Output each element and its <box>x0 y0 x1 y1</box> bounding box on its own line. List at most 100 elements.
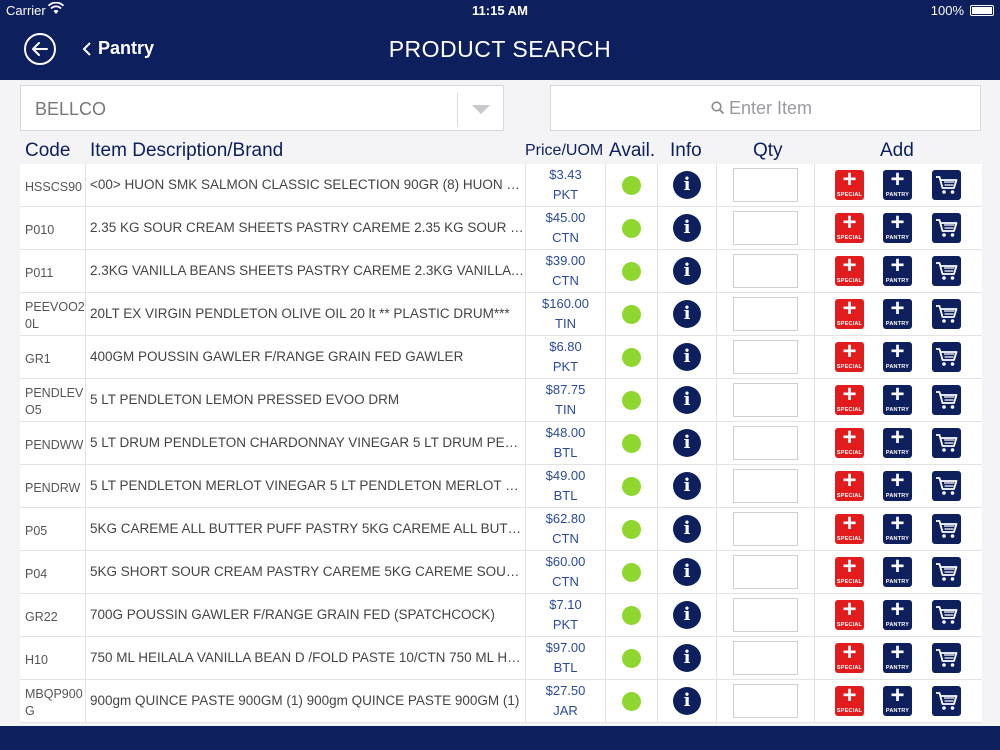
add-special-button[interactable]: + SPECIAL <box>835 340 864 372</box>
item-search-input[interactable] <box>729 96 969 120</box>
column-header-description[interactable]: Item Description/Brand <box>90 140 283 162</box>
quantity-cell <box>717 379 815 421</box>
product-row[interactable]: PEEVOO20L 20LT EX VIRGIN PENDLETON OLIVE… <box>20 293 982 336</box>
info-icon[interactable]: i <box>673 687 701 715</box>
info-icon[interactable]: i <box>673 257 701 285</box>
status-bar: Carrier 11:15 AM 100% <box>0 0 1000 20</box>
quantity-input[interactable] <box>733 598 798 632</box>
add-to-cart-button[interactable] <box>932 686 961 716</box>
column-header-qty: Qty <box>753 140 783 161</box>
item-search-box[interactable] <box>550 85 981 131</box>
product-row[interactable]: GR22 700G POUSSIN GAWLER F/RANGE GRAIN F… <box>20 594 982 637</box>
product-row[interactable]: P011 2.3KG VANILLA BEANS SHEETS PASTRY C… <box>20 250 982 293</box>
add-to-cart-button[interactable] <box>932 170 961 200</box>
add-special-button[interactable]: + SPECIAL <box>835 555 864 587</box>
info-icon[interactable]: i <box>673 343 701 371</box>
add-pantry-button[interactable]: + PANTRY <box>883 684 912 716</box>
column-header-code[interactable]: Code <box>25 140 70 162</box>
add-special-button[interactable]: + SPECIAL <box>835 426 864 458</box>
product-price-cell: $3.43 PKT <box>526 164 606 206</box>
add-to-cart-button[interactable] <box>932 299 961 329</box>
column-header-info: Info <box>670 140 702 161</box>
add-to-cart-button[interactable] <box>932 557 961 587</box>
add-special-button[interactable]: + SPECIAL <box>835 467 864 501</box>
quantity-input[interactable] <box>733 297 798 331</box>
column-header-price[interactable]: Price/UOM <box>525 142 603 160</box>
info-icon[interactable]: i <box>673 644 701 672</box>
add-special-button[interactable]: + SPECIAL <box>835 297 864 329</box>
add-special-button[interactable]: + SPECIAL <box>835 168 864 200</box>
add-pantry-button[interactable]: + PANTRY <box>883 383 912 415</box>
product-row[interactable]: MBQP900G 900gm QUINCE PASTE 900GM (1) 90… <box>20 680 982 723</box>
add-to-cart-button[interactable] <box>932 643 961 673</box>
add-actions: + SPECIAL + PANTRY <box>815 680 982 722</box>
add-pantry-button[interactable]: + PANTRY <box>883 340 912 372</box>
quantity-input[interactable] <box>733 340 798 374</box>
quantity-input[interactable] <box>733 641 798 675</box>
add-pantry-button[interactable]: + PANTRY <box>883 469 912 501</box>
product-price: $97.00 <box>545 640 586 655</box>
add-special-button[interactable]: + SPECIAL <box>835 510 864 544</box>
add-special-button[interactable]: + SPECIAL <box>835 641 864 673</box>
column-header-avail[interactable]: Avail. <box>609 140 655 162</box>
info-icon[interactable]: i <box>673 386 701 414</box>
info-icon[interactable]: i <box>673 171 701 199</box>
product-row[interactable]: PENDRW 5 LT PENDLETON MERLOT VINEGAR 5 L… <box>20 465 982 508</box>
product-row[interactable]: P010 2.35 KG SOUR CREAM SHEETS PASTRY CA… <box>20 207 982 250</box>
add-pantry-button[interactable]: + PANTRY <box>883 555 912 587</box>
product-row[interactable]: PENDWW 5 LT DRUM PENDLETON CHARDONNAY VI… <box>20 422 982 465</box>
add-special-button[interactable]: + SPECIAL <box>835 598 864 630</box>
add-pantry-button[interactable]: + PANTRY <box>883 168 912 200</box>
quantity-input[interactable] <box>733 555 798 589</box>
info-icon[interactable]: i <box>673 515 701 543</box>
add-to-cart-button[interactable] <box>932 428 961 458</box>
add-special-button[interactable]: + SPECIAL <box>835 254 864 286</box>
add-pantry-button[interactable]: + PANTRY <box>883 512 912 544</box>
add-pantry-button[interactable]: + PANTRY <box>883 641 912 673</box>
product-row[interactable]: PENDLEVO5 5 LT PENDLETON LEMON PRESSED E… <box>20 379 982 422</box>
info-icon[interactable]: i <box>673 214 701 242</box>
add-pantry-button[interactable]: + PANTRY <box>883 426 912 458</box>
add-actions: + SPECIAL + PANTRY <box>815 422 982 464</box>
info-icon[interactable]: i <box>673 558 701 586</box>
product-row[interactable]: P04 5KG SHORT SOUR CREAM PASTRY CAREME 5… <box>20 551 982 594</box>
add-to-cart-button[interactable] <box>932 342 961 372</box>
cart-icon <box>936 692 958 710</box>
add-to-cart-button[interactable] <box>932 256 961 286</box>
product-uom: CTN <box>552 574 579 589</box>
info-icon[interactable]: i <box>673 300 701 328</box>
product-row[interactable]: GR1 400GM POUSSIN GAWLER F/RANGE GRAIN F… <box>20 336 982 379</box>
info-icon[interactable]: i <box>673 601 701 629</box>
product-row[interactable]: HSSCS90 <00> HUON SMK SALMON CLASSIC SEL… <box>20 164 982 207</box>
add-pantry-button[interactable]: + PANTRY <box>883 598 912 630</box>
add-to-cart-button[interactable] <box>932 600 961 630</box>
add-to-cart-button[interactable] <box>932 514 961 544</box>
add-pantry-button[interactable]: + PANTRY <box>883 254 912 286</box>
quantity-input[interactable] <box>733 168 798 202</box>
add-to-cart-button[interactable] <box>932 471 961 501</box>
supplier-dropdown[interactable]: BELLCO <box>20 85 504 131</box>
add-to-cart-button[interactable] <box>932 385 961 415</box>
quantity-input[interactable] <box>733 211 798 245</box>
bottom-bar <box>0 726 1000 750</box>
quantity-input[interactable] <box>733 383 798 417</box>
add-pantry-button[interactable]: + PANTRY <box>883 211 912 243</box>
quantity-input[interactable] <box>733 426 798 460</box>
add-special-button[interactable]: + SPECIAL <box>835 684 864 716</box>
add-special-button[interactable]: + SPECIAL <box>835 211 864 243</box>
quantity-input[interactable] <box>733 512 798 546</box>
info-icon[interactable]: i <box>673 429 701 457</box>
quantity-input[interactable] <box>733 254 798 288</box>
quantity-input[interactable] <box>733 469 798 503</box>
info-icon[interactable]: i <box>673 472 701 500</box>
product-row[interactable]: H10 750 ML HEILALA VANILLA BEAN D /FOLD … <box>20 637 982 680</box>
quantity-input[interactable] <box>733 684 798 718</box>
info-cell: i <box>658 207 717 249</box>
special-label: SPECIAL <box>836 235 863 241</box>
add-special-button[interactable]: + SPECIAL <box>835 383 864 415</box>
plus-icon: + <box>842 510 857 537</box>
add-pantry-button[interactable]: + PANTRY <box>883 297 912 329</box>
plus-icon: + <box>842 467 857 494</box>
product-row[interactable]: P05 5KG CAREME ALL BUTTER PUFF PASTRY 5K… <box>20 508 982 551</box>
add-to-cart-button[interactable] <box>932 213 961 243</box>
